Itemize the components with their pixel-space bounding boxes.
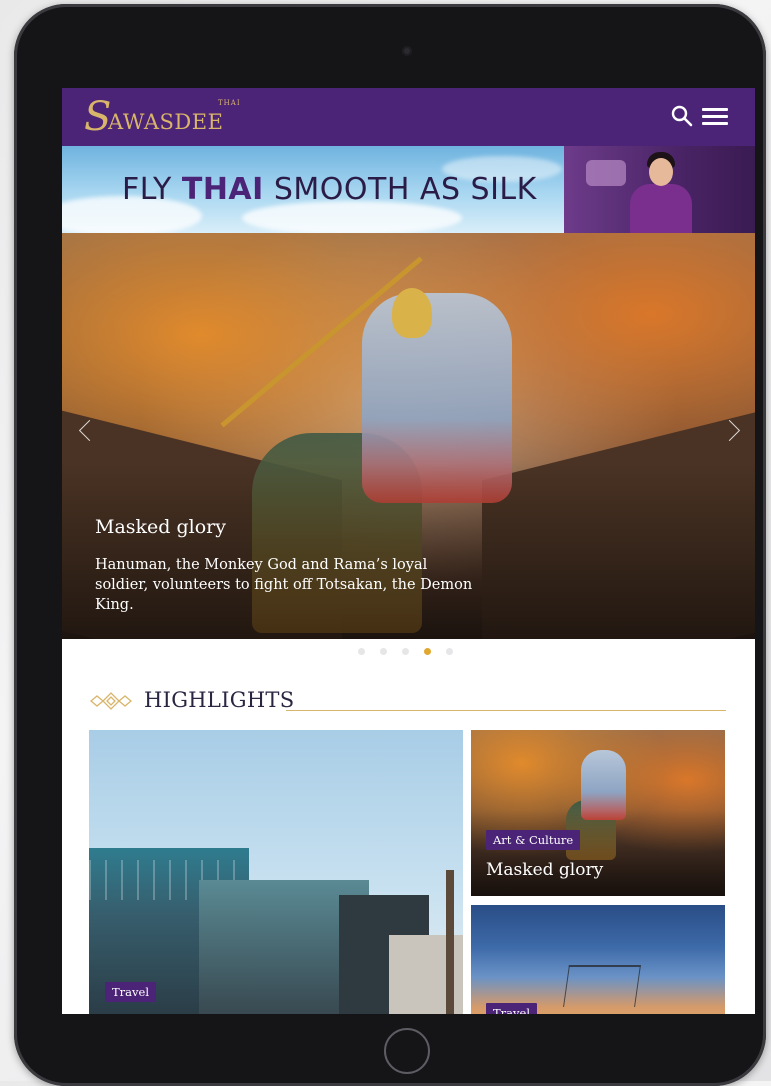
highlight-card-copenhagen[interactable]: Travel xyxy=(89,730,463,1014)
highlight-card-fishing-net[interactable]: Travel xyxy=(471,905,725,1014)
search-icon[interactable] xyxy=(670,104,694,128)
advertisement-banner[interactable]: FLY THAI SMOOTH AS SILK xyxy=(62,146,755,233)
carousel-dot[interactable] xyxy=(380,648,387,655)
highlights-heading: HIGHLIGHTS xyxy=(89,686,729,718)
carousel-pagination xyxy=(358,648,453,658)
ornament-diamond-icon xyxy=(89,692,133,710)
hero-description: Hanuman, the Monkey God and Rama’s loyal… xyxy=(95,557,473,613)
carousel-dot[interactable] xyxy=(358,648,365,655)
flight-attendant-photo xyxy=(564,146,755,233)
golden-mask-figure xyxy=(392,288,432,338)
hamburger-menu-icon[interactable] xyxy=(702,105,728,127)
tablet-device: S AWASDEE THAI FLY THAI SMOOTH AS SILK M… xyxy=(14,4,766,1086)
card-title[interactable]: Masked glory xyxy=(486,860,603,880)
category-tag[interactable]: Travel xyxy=(486,1003,538,1014)
carousel-dot[interactable] xyxy=(424,648,431,655)
category-tag[interactable]: Art & Culture xyxy=(486,830,581,850)
highlights-title: HIGHLIGHTS xyxy=(144,688,295,712)
logo-wordmark: AWASDEE xyxy=(108,110,224,134)
carousel-dot[interactable] xyxy=(402,648,409,655)
hero-title[interactable]: Masked glory xyxy=(95,516,226,538)
top-navigation-bar: S AWASDEE THAI xyxy=(62,88,755,146)
screen: S AWASDEE THAI FLY THAI SMOOTH AS SILK M… xyxy=(62,88,755,1014)
logo-thai-tag: THAI xyxy=(218,99,241,107)
banner-brand: THAI xyxy=(181,172,264,207)
category-tag[interactable]: Travel xyxy=(105,982,157,1002)
carousel-dot[interactable] xyxy=(446,648,453,655)
hero-carousel[interactable]: Masked glory Hanuman, the Monkey God and… xyxy=(62,233,755,639)
home-button[interactable] xyxy=(384,1028,430,1074)
banner-slogan: FLY THAI SMOOTH AS SILK xyxy=(122,172,537,207)
highlight-card-masked-glory[interactable]: Art & Culture Masked glory xyxy=(471,730,725,896)
heading-divider xyxy=(286,710,726,711)
front-camera xyxy=(402,46,412,56)
